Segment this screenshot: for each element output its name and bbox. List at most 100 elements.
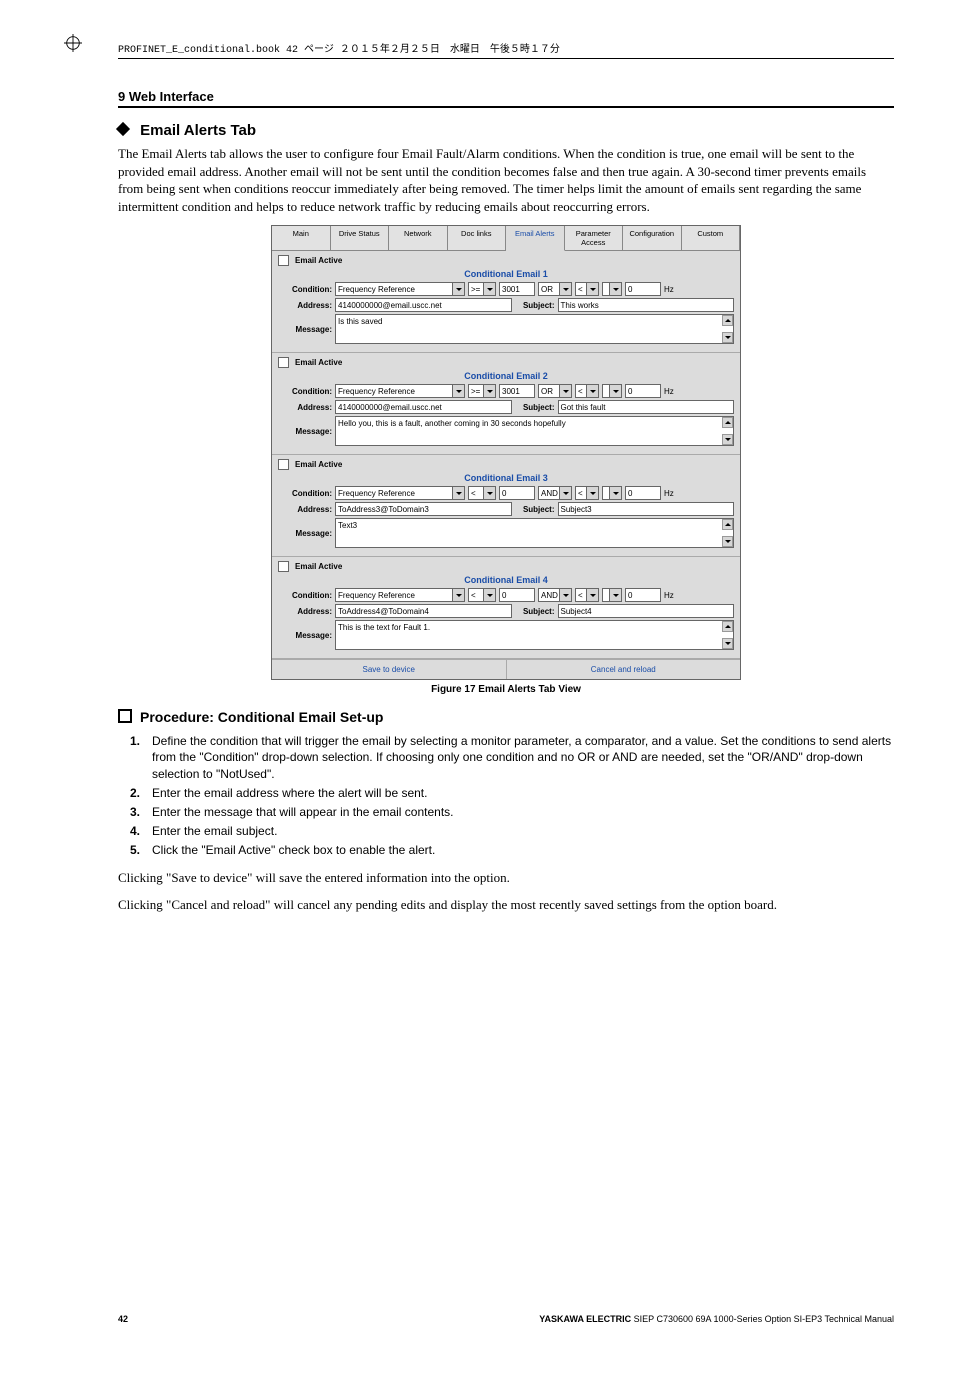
message-textarea[interactable]: This is the text for Fault 1. — [335, 620, 734, 650]
email-active-label: Email Active — [295, 256, 342, 265]
chapter-heading: 9 Web Interface — [118, 89, 894, 108]
chevron-down-icon — [609, 385, 621, 397]
email-active-checkbox[interactable] — [278, 459, 289, 470]
save-button[interactable]: Save to device — [272, 659, 507, 679]
address-input[interactable]: ToAddress4@ToDomain4 — [335, 604, 512, 618]
unused-select[interactable] — [602, 486, 622, 500]
email-active-checkbox[interactable] — [278, 255, 289, 266]
message-textarea[interactable]: Is this saved — [335, 314, 734, 344]
chevron-down-icon — [483, 283, 495, 295]
comparator-select[interactable]: < — [468, 486, 496, 500]
message-textarea[interactable]: Text3 — [335, 518, 734, 548]
step-4-text: Enter the email subject. — [152, 824, 277, 838]
value2-input[interactable]: 0 — [625, 384, 661, 398]
button-bar: Save to device Cancel and reload — [272, 659, 740, 679]
chevron-down-icon — [452, 589, 464, 601]
chevron-down-icon — [609, 283, 621, 295]
condition-label: Condition: — [278, 489, 332, 498]
footer-doc: SIEP C730600 69A 1000-Series Option SI-E… — [631, 1314, 894, 1324]
unit-label: Hz — [664, 489, 678, 498]
subject-label: Subject: — [515, 607, 555, 616]
condition-label: Condition: — [278, 387, 332, 396]
conditional-email-2: Email ActiveConditional Email 2Condition… — [272, 353, 740, 455]
conditional-email-title: Conditional Email 1 — [278, 269, 734, 279]
step-5-text: Click the "Email Active" check box to en… — [152, 843, 435, 857]
tab-network[interactable]: Network — [389, 226, 448, 251]
comparator2-select[interactable]: < — [575, 588, 599, 602]
chevron-down-icon — [483, 487, 495, 499]
value2-input[interactable]: 0 — [625, 486, 661, 500]
unused-select[interactable] — [602, 384, 622, 398]
comparator2-select[interactable]: < — [575, 486, 599, 500]
logic-select[interactable]: OR — [538, 282, 572, 296]
email-active-checkbox[interactable] — [278, 357, 289, 368]
step-4: 4.Enter the email subject. — [152, 823, 894, 839]
unit-label: Hz — [664, 591, 678, 600]
subject-input[interactable]: Got this fault — [558, 400, 735, 414]
tab-doc-links[interactable]: Doc links — [448, 226, 507, 251]
scroll-down-icon[interactable] — [722, 434, 733, 445]
value-input[interactable]: 0 — [499, 486, 535, 500]
step-1-text: Define the condition that will trigger t… — [152, 734, 891, 780]
scroll-down-icon[interactable] — [722, 332, 733, 343]
subject-label: Subject: — [515, 301, 555, 310]
comparator2-select[interactable]: < — [575, 282, 599, 296]
parameter-select[interactable]: Frequency Reference — [335, 588, 465, 602]
conditional-email-3: Email ActiveConditional Email 3Condition… — [272, 455, 740, 557]
diamond-icon — [116, 122, 130, 136]
logic-select[interactable]: OR — [538, 384, 572, 398]
tab-drive-status[interactable]: Drive Status — [331, 226, 390, 251]
scroll-up-icon[interactable] — [722, 315, 733, 326]
comparator-select[interactable]: >= — [468, 384, 496, 398]
email-active-checkbox[interactable] — [278, 561, 289, 572]
chevron-down-icon — [586, 589, 598, 601]
comparator-select[interactable]: >= — [468, 282, 496, 296]
chevron-down-icon — [559, 589, 571, 601]
address-input[interactable]: 4140000000@email.uscc.net — [335, 400, 512, 414]
address-input[interactable]: ToAddress3@ToDomain3 — [335, 502, 512, 516]
tab-email-alerts[interactable]: Email Alerts — [506, 226, 565, 251]
value-input[interactable]: 3001 — [499, 282, 535, 296]
logic-select[interactable]: AND — [538, 486, 572, 500]
value-input[interactable]: 0 — [499, 588, 535, 602]
parameter-select[interactable]: Frequency Reference — [335, 384, 465, 398]
scroll-down-icon[interactable] — [722, 638, 733, 649]
tab-configuration[interactable]: Configuration — [623, 226, 682, 251]
scroll-down-icon[interactable] — [722, 536, 733, 547]
subject-input[interactable]: This works — [558, 298, 735, 312]
step-1: 1.Define the condition that will trigger… — [152, 733, 894, 782]
logic-select[interactable]: AND — [538, 588, 572, 602]
conditional-email-title: Conditional Email 3 — [278, 473, 734, 483]
chevron-down-icon — [559, 385, 571, 397]
step-5: 5.Click the "Email Active" check box to … — [152, 842, 894, 858]
scroll-up-icon[interactable] — [722, 519, 733, 530]
unused-select[interactable] — [602, 588, 622, 602]
value-input[interactable]: 3001 — [499, 384, 535, 398]
message-textarea[interactable]: Hello you, this is a fault, another comi… — [335, 416, 734, 446]
scroll-up-icon[interactable] — [722, 621, 733, 632]
cancel-button[interactable]: Cancel and reload — [507, 659, 741, 679]
tab-parameter-access[interactable]: Parameter Access — [565, 226, 624, 251]
message-label: Message: — [278, 427, 332, 436]
unused-select[interactable] — [602, 282, 622, 296]
email-active-label: Email Active — [295, 562, 342, 571]
subject-input[interactable]: Subject3 — [558, 502, 735, 516]
comparator2-select[interactable]: < — [575, 384, 599, 398]
tab-main[interactable]: Main — [272, 226, 331, 251]
cancel-paragraph: Clicking "Cancel and reload" will cancel… — [118, 896, 894, 914]
parameter-select[interactable]: Frequency Reference — [335, 282, 465, 296]
address-input[interactable]: 4140000000@email.uscc.net — [335, 298, 512, 312]
chevron-down-icon — [609, 487, 621, 499]
tab-custom[interactable]: Custom — [682, 226, 741, 251]
scroll-up-icon[interactable] — [722, 417, 733, 428]
parameter-select[interactable]: Frequency Reference — [335, 486, 465, 500]
message-label: Message: — [278, 529, 332, 538]
chevron-down-icon — [452, 385, 464, 397]
chevron-down-icon — [452, 487, 464, 499]
subject-label: Subject: — [515, 505, 555, 514]
comparator-select[interactable]: < — [468, 588, 496, 602]
value2-input[interactable]: 0 — [625, 588, 661, 602]
value2-input[interactable]: 0 — [625, 282, 661, 296]
subject-input[interactable]: Subject4 — [558, 604, 735, 618]
procedure-steps: 1.Define the condition that will trigger… — [118, 733, 894, 858]
